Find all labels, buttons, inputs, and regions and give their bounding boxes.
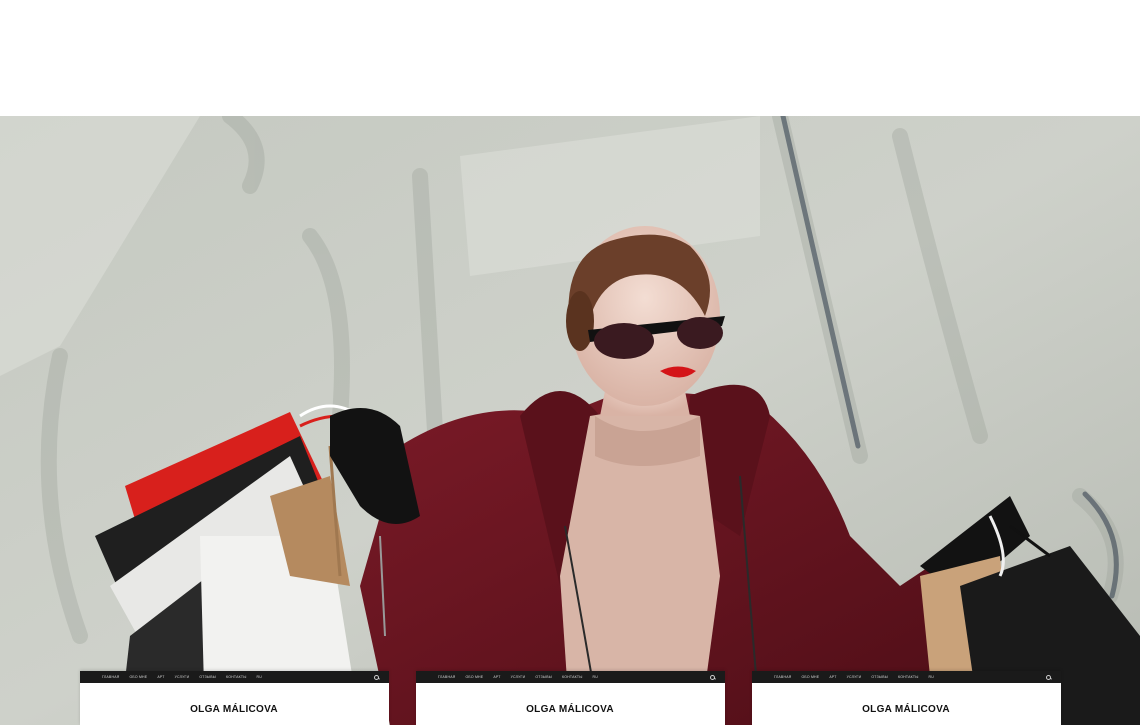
nav-item: АРТ (157, 675, 165, 679)
nav-item: RU (592, 675, 598, 679)
nav-item: КОНТАКТЫ (898, 675, 919, 679)
preview-nav-bar: ГЛАВНАЯ ОБО МНЕ АРТ УСЛУГИ ОТЗЫВЫ КОНТАК… (752, 671, 1061, 683)
nav-item: ОБО МНЕ (801, 675, 820, 679)
nav-item: ОТЗЫВЫ (535, 675, 553, 679)
nav-item: КОНТАКТЫ (226, 675, 247, 679)
search-icon (710, 674, 715, 680)
nav-item: ОТЗЫВЫ (871, 675, 889, 679)
site-preview-card-1[interactable]: ГЛАВНАЯ ОБО МНЕ АРТ УСЛУГИ ОТЗЫВЫ КОНТАК… (80, 671, 389, 725)
nav-item: ОБО МНЕ (129, 675, 148, 679)
nav-item: ГЛАВНАЯ (438, 675, 456, 679)
nav-item: ОТЗЫВЫ (199, 675, 217, 679)
nav-item: RU (928, 675, 934, 679)
site-title: OLGA MÁLICOVA (862, 704, 950, 715)
hero-image (0, 116, 1140, 725)
nav-item: ГЛАВНАЯ (102, 675, 120, 679)
nav-item: УСЛУГИ (510, 675, 526, 679)
nav-item: АРТ (829, 675, 837, 679)
nav-item: ОБО МНЕ (465, 675, 484, 679)
page: ГЛАВНАЯ ОБО МНЕ АРТ УСЛУГИ ОТЗЫВЫ КОНТАК… (0, 0, 1140, 725)
nav-item: ГЛАВНАЯ (774, 675, 792, 679)
search-icon (374, 674, 379, 680)
site-title: OLGA MÁLICOVA (190, 704, 278, 715)
top-blank-area (0, 0, 1140, 116)
nav-item: УСЛУГИ (174, 675, 190, 679)
site-title: OLGA MÁLICOVA (526, 704, 614, 715)
site-preview-card-3[interactable]: ГЛАВНАЯ ОБО МНЕ АРТ УСЛУГИ ОТЗЫВЫ КОНТАК… (752, 671, 1061, 725)
nav-item: КОНТАКТЫ (562, 675, 583, 679)
nav-item: АРТ (493, 675, 501, 679)
preview-nav-bar: ГЛАВНАЯ ОБО МНЕ АРТ УСЛУГИ ОТЗЫВЫ КОНТАК… (80, 671, 389, 683)
preview-nav-bar: ГЛАВНАЯ ОБО МНЕ АРТ УСЛУГИ ОТЗЫВЫ КОНТАК… (416, 671, 725, 683)
nav-item: RU (256, 675, 262, 679)
search-icon (1046, 674, 1051, 680)
site-preview-card-2[interactable]: ГЛАВНАЯ ОБО МНЕ АРТ УСЛУГИ ОТЗЫВЫ КОНТАК… (416, 671, 725, 725)
hero-photo-illustration (0, 116, 1140, 725)
nav-item: УСЛУГИ (846, 675, 862, 679)
